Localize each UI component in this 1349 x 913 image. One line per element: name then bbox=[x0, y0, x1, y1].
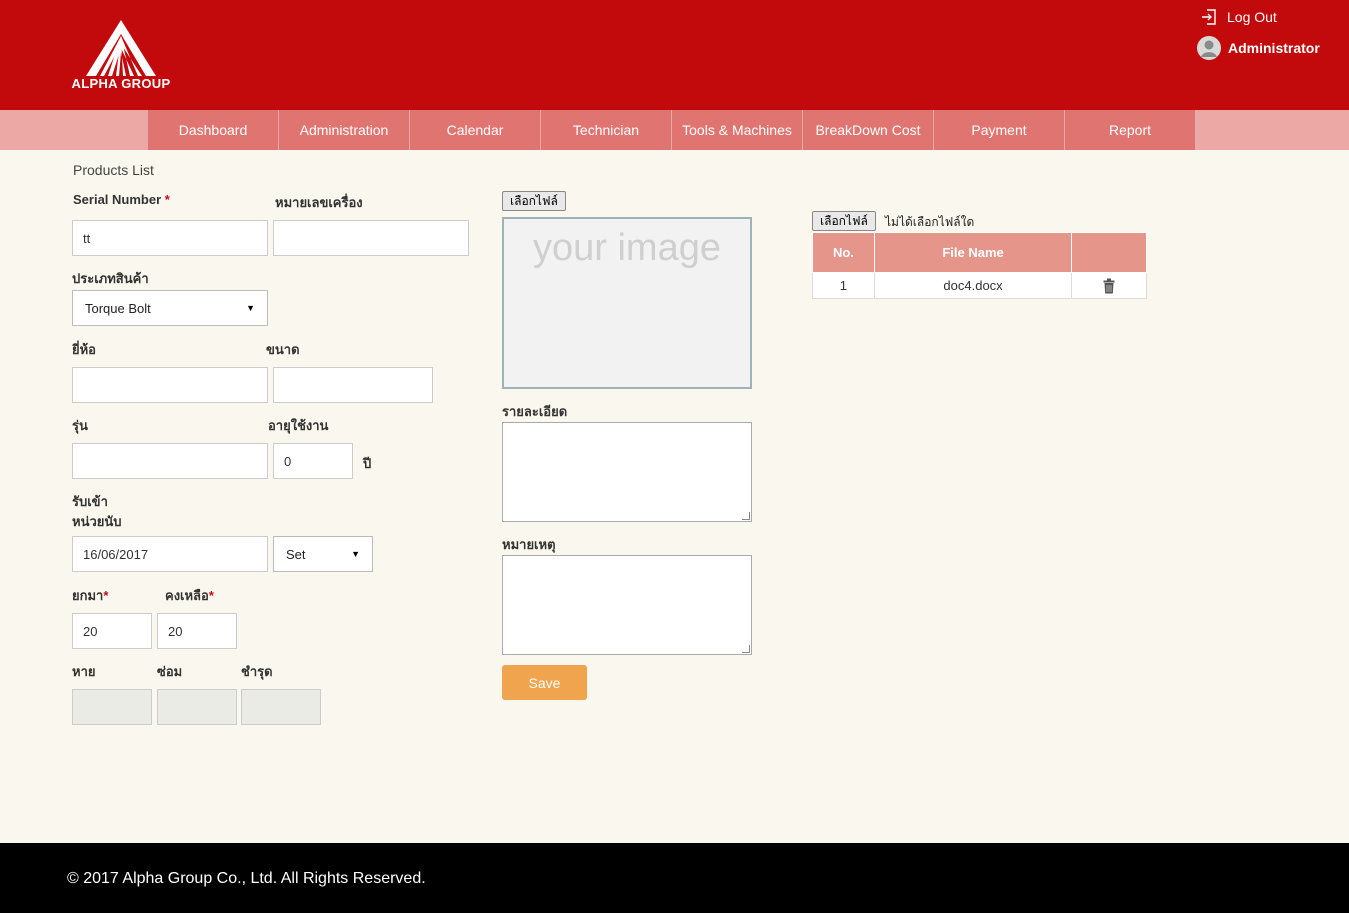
damaged-label: ชำรุด bbox=[241, 664, 273, 679]
logout-link[interactable]: Log Out bbox=[1200, 8, 1277, 26]
machine-number-input[interactable] bbox=[273, 220, 469, 256]
image-preview: your image bbox=[502, 217, 752, 389]
unit-value: Set bbox=[286, 546, 306, 562]
trash-icon[interactable] bbox=[1103, 278, 1115, 294]
nav-item-administration[interactable]: Administration bbox=[279, 110, 410, 150]
dropdown-arrow-icon: ▼ bbox=[351, 549, 360, 559]
header-bar: ALPHA GROUP Log Out Administrator bbox=[0, 0, 1349, 110]
nav-item-tools-machines[interactable]: Tools & Machines bbox=[672, 110, 803, 150]
image-placeholder-text: your image bbox=[533, 227, 721, 269]
lifespan-unit: ปี bbox=[363, 456, 372, 471]
alpha-group-logo[interactable]: ALPHA GROUP bbox=[66, 18, 176, 94]
column-header-file-name: File Name bbox=[873, 232, 1073, 273]
received-date-input[interactable]: 16/06/2017 bbox=[72, 536, 268, 572]
save-button[interactable]: Save bbox=[502, 665, 587, 700]
product-type-label: ประเภทสินค้า bbox=[72, 271, 149, 286]
lost-label: หาย bbox=[72, 664, 96, 679]
column-header-action bbox=[1071, 232, 1147, 273]
user-avatar-icon bbox=[1197, 36, 1221, 60]
remaining-label: คงเหลือ* bbox=[165, 588, 214, 603]
no-file-selected-text: ไม่ได้เลือกไฟล์ใด bbox=[885, 215, 975, 229]
brand-input[interactable] bbox=[72, 367, 268, 403]
table-row: 1 doc4.docx bbox=[812, 272, 1147, 299]
carried-forward-input[interactable]: 20 bbox=[72, 613, 152, 649]
received-label: รับเข้า bbox=[72, 494, 108, 509]
nav-item-technician[interactable]: Technician bbox=[541, 110, 672, 150]
attachments-table: No. File Name 1 doc4.docx bbox=[812, 232, 1147, 299]
cell-file-name[interactable]: doc4.docx bbox=[873, 272, 1073, 299]
repair-input bbox=[157, 689, 237, 725]
page-title: Products List bbox=[73, 162, 154, 178]
nav-item-payment[interactable]: Payment bbox=[934, 110, 1065, 150]
serial-number-input[interactable]: tt bbox=[72, 220, 268, 256]
attachment-choose-file-button[interactable]: เลือกไฟล์ bbox=[812, 211, 876, 231]
serial-number-label: Serial Number * bbox=[73, 192, 170, 207]
user-menu[interactable]: Administrator bbox=[1197, 36, 1320, 60]
logout-icon bbox=[1202, 9, 1216, 25]
nav-item-dashboard[interactable]: Dashboard bbox=[148, 110, 279, 150]
model-label: รุ่น bbox=[72, 418, 88, 433]
carried-forward-label: ยกมา* bbox=[72, 588, 109, 603]
delete-cell bbox=[1071, 272, 1147, 299]
model-input[interactable] bbox=[72, 443, 268, 479]
notes-textarea[interactable] bbox=[502, 555, 752, 655]
dropdown-arrow-icon: ▼ bbox=[246, 303, 255, 313]
resize-handle-icon[interactable] bbox=[742, 645, 750, 653]
column-header-no: No. bbox=[812, 232, 875, 273]
table-header-row: No. File Name bbox=[812, 232, 1147, 273]
machine-number-label: หมายเลขเครื่อง bbox=[275, 195, 363, 210]
image-choose-file-button[interactable]: เลือกไฟล์ bbox=[502, 191, 566, 211]
main-nav: Dashboard Administration Calendar Techni… bbox=[0, 110, 1349, 150]
logo-text: ALPHA GROUP bbox=[71, 76, 171, 91]
details-label: รายละเอียด bbox=[502, 404, 568, 419]
product-type-value: Torque Bolt bbox=[85, 300, 151, 316]
brand-label: ยี่ห้อ bbox=[72, 342, 96, 357]
repair-label: ซ่อม bbox=[157, 664, 183, 679]
unit-label: หน่วยนับ bbox=[72, 514, 122, 529]
damaged-input bbox=[241, 689, 321, 725]
remaining-input[interactable]: 20 bbox=[157, 613, 237, 649]
product-type-select[interactable]: Torque Bolt ▼ bbox=[72, 290, 268, 326]
nav-item-report[interactable]: Report bbox=[1065, 110, 1195, 150]
details-textarea[interactable] bbox=[502, 422, 752, 522]
logout-label: Log Out bbox=[1227, 9, 1277, 25]
nav-item-breakdown-cost[interactable]: BreakDown Cost bbox=[803, 110, 934, 150]
lifespan-input[interactable]: 0 bbox=[273, 443, 353, 479]
nav-item-calendar[interactable]: Calendar bbox=[410, 110, 541, 150]
footer: © 2017 Alpha Group Co., Ltd. All Rights … bbox=[0, 843, 1349, 913]
size-label: ขนาด bbox=[266, 342, 300, 357]
user-name: Administrator bbox=[1228, 40, 1320, 56]
lifespan-label: อายุใช้งาน bbox=[268, 418, 329, 433]
copyright-text: © 2017 Alpha Group Co., Ltd. All Rights … bbox=[67, 870, 426, 887]
cell-no: 1 bbox=[812, 272, 875, 299]
resize-handle-icon[interactable] bbox=[742, 512, 750, 520]
size-input[interactable] bbox=[273, 367, 433, 403]
notes-label: หมายเหตุ bbox=[502, 537, 556, 552]
unit-select[interactable]: Set ▼ bbox=[273, 536, 373, 572]
alpha-fan-logo-icon bbox=[86, 20, 156, 76]
lost-input bbox=[72, 689, 152, 725]
